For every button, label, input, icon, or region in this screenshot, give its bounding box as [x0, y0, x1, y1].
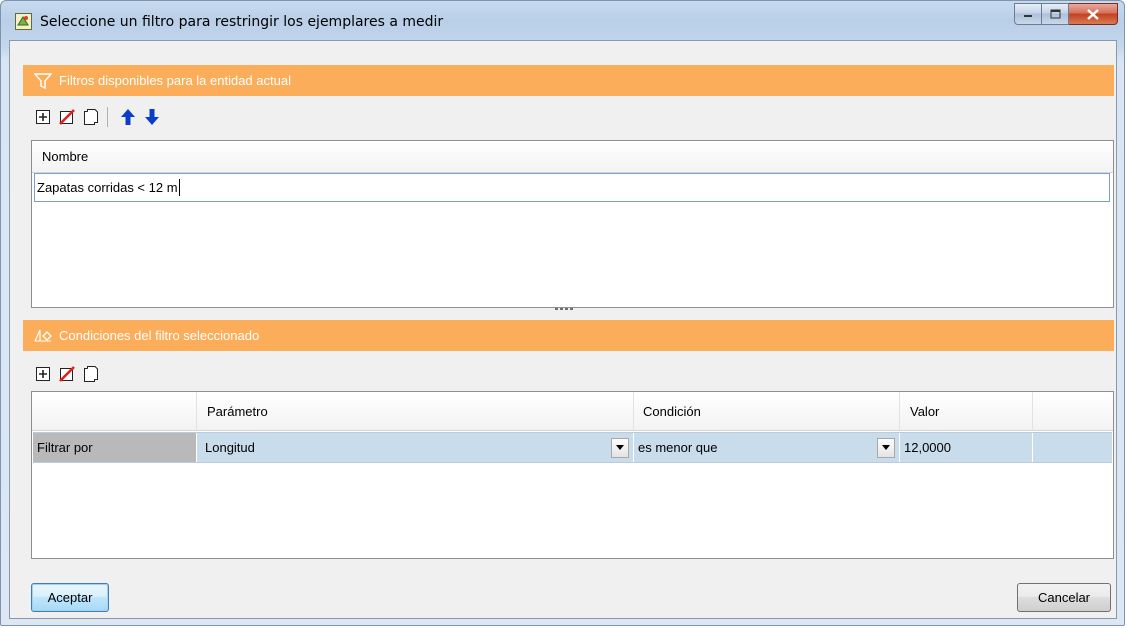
toolbar-separator	[107, 107, 108, 127]
column-header-condicion[interactable]: Condición	[634, 392, 900, 430]
add-condition-button[interactable]	[33, 364, 53, 384]
funnel-icon	[33, 71, 53, 91]
conditions-grid: Parámetro Condición Valor Filtrar por Lo…	[31, 391, 1114, 559]
arrow-down-icon	[145, 109, 159, 125]
condicion-cell[interactable]: es menor que	[634, 433, 900, 462]
caption-buttons	[1014, 3, 1118, 25]
conditions-section-title: Condiciones del filtro seleccionado	[59, 328, 260, 343]
accept-button[interactable]: Aceptar	[31, 583, 109, 612]
delete-condition-button[interactable]	[57, 364, 77, 384]
minimize-button[interactable]	[1014, 3, 1042, 25]
row-label-cell: Filtrar por	[33, 433, 197, 462]
minimize-icon	[1024, 15, 1032, 17]
copy-icon	[84, 366, 98, 382]
move-up-button[interactable]	[118, 107, 138, 127]
close-icon	[1087, 8, 1099, 20]
maximize-button[interactable]	[1042, 3, 1069, 25]
delete-filter-button[interactable]	[57, 107, 77, 127]
condition-icon	[33, 326, 53, 346]
delete-icon	[59, 109, 75, 125]
maximize-icon	[1050, 9, 1060, 19]
filters-toolbar	[33, 105, 162, 129]
condicion-dropdown-button[interactable]	[877, 437, 895, 458]
close-button[interactable]	[1069, 3, 1118, 25]
conditions-grid-header: Parámetro Condición Valor	[32, 392, 1113, 431]
add-filter-button[interactable]	[33, 107, 53, 127]
filters-section-title: Filtros disponibles para la entidad actu…	[59, 73, 291, 88]
valor-cell[interactable]: 12,0000	[900, 433, 1033, 462]
parametro-value: Longitud	[205, 440, 255, 455]
title-bar[interactable]: Seleccione un filtro para restringir los…	[1, 1, 1124, 41]
filter-name-value: Zapatas corridas < 12 m	[37, 180, 178, 195]
chevron-down-icon	[882, 445, 890, 450]
arrow-up-icon	[121, 109, 135, 125]
copy-filter-button[interactable]	[81, 107, 101, 127]
column-header-valor[interactable]: Valor	[900, 392, 1033, 430]
add-icon	[36, 110, 50, 124]
add-icon	[36, 367, 50, 381]
conditions-toolbar	[33, 362, 101, 386]
column-header-nombre[interactable]: Nombre	[32, 141, 1113, 172]
filters-list-header: Nombre	[32, 141, 1113, 173]
filter-name-editor[interactable]: Zapatas corridas < 12 m	[34, 173, 1110, 202]
conditions-section-header: Condiciones del filtro seleccionado	[23, 320, 1114, 351]
app-icon	[15, 13, 32, 30]
extra-cell	[1033, 433, 1112, 462]
column-header-parametro[interactable]: Parámetro	[197, 392, 634, 430]
parametro-cell[interactable]: Longitud	[197, 433, 634, 462]
filters-section-header: Filtros disponibles para la entidad actu…	[23, 65, 1114, 96]
delete-icon	[59, 366, 75, 382]
splitter-handle[interactable]	[552, 307, 576, 311]
copy-condition-button[interactable]	[81, 364, 101, 384]
table-row[interactable]: Filtrar por Longitud es menor que 12,000…	[33, 432, 1112, 463]
chevron-down-icon	[616, 445, 624, 450]
parametro-dropdown-button[interactable]	[611, 437, 629, 458]
filters-list: Nombre Zapatas corridas < 12 m	[31, 140, 1114, 308]
condicion-value: es menor que	[638, 440, 718, 455]
text-caret	[178, 179, 180, 196]
column-header-extra	[1033, 392, 1113, 430]
window-title: Seleccione un filtro para restringir los…	[40, 14, 444, 30]
cancel-button[interactable]: Cancelar	[1017, 583, 1111, 612]
move-down-button[interactable]	[142, 107, 162, 127]
column-header-row-label	[32, 392, 197, 430]
copy-icon	[84, 109, 98, 125]
